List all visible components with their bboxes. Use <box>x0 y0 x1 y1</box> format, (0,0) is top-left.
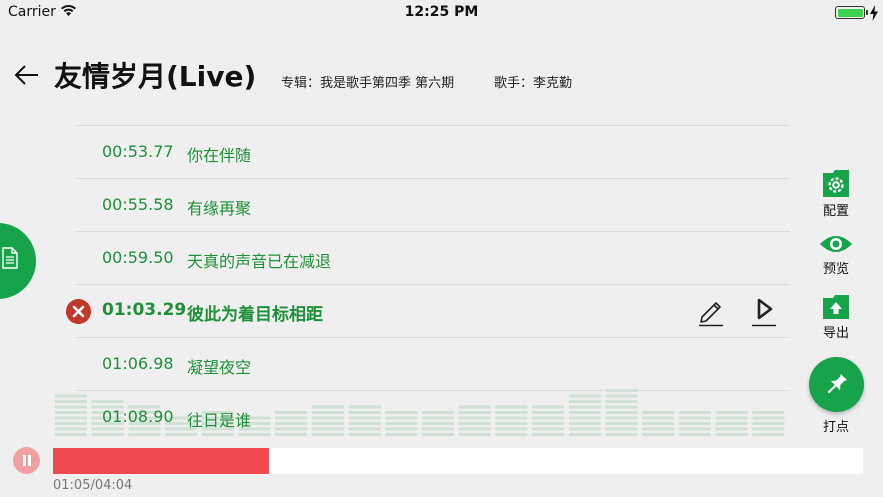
mark-button[interactable] <box>809 357 864 412</box>
mark-label: 打点 <box>822 420 849 435</box>
lyric-row[interactable]: 00:59.50 天真的声音已在减退 <box>76 231 790 284</box>
gear-folder-icon <box>823 170 849 197</box>
preview-label: 预览 <box>822 262 849 277</box>
lyric-time: 00:59.50 <box>102 248 174 267</box>
upload-folder-icon <box>823 295 849 319</box>
lyric-text: 往日是谁 <box>187 411 252 430</box>
status-time: 12:25 PM <box>404 4 479 20</box>
lyric-time: 00:53.77 <box>102 142 174 161</box>
progress-track[interactable] <box>53 448 863 474</box>
delete-x-icon[interactable] <box>66 299 91 324</box>
lyric-time: 01:03.29 <box>102 300 187 320</box>
lyric-text: 彼此为着目标相距 <box>187 305 323 325</box>
pin-icon <box>827 373 848 394</box>
lyric-row[interactable]: 00:55.58 有缘再聚 <box>76 178 790 231</box>
album-label: 专辑：我是歌手第四季 第六期 <box>281 76 455 91</box>
battery-cap <box>866 10 868 15</box>
lyric-text: 有缘再聚 <box>187 199 252 218</box>
lyric-text: 天真的声音已在减退 <box>187 252 332 271</box>
lyric-row[interactable]: 01:08.90 往日是谁 <box>76 390 790 443</box>
preview-button[interactable]: 预览 <box>812 232 860 277</box>
singer-label: 歌手：李克勤 <box>494 76 573 91</box>
charging-bolt-icon <box>870 5 878 21</box>
lyric-time: 00:55.58 <box>102 195 174 214</box>
eye-icon <box>820 236 852 252</box>
status-bar: Carrier 12:25 PM <box>0 0 883 24</box>
export-label: 导出 <box>822 326 849 341</box>
export-button[interactable]: 导出 <box>812 294 860 341</box>
config-button[interactable]: 配置 <box>812 168 860 219</box>
document-icon <box>2 247 18 269</box>
play-line-icon[interactable] <box>750 295 778 327</box>
pencil-icon[interactable] <box>696 295 726 327</box>
config-label: 配置 <box>822 204 849 219</box>
pause-button[interactable] <box>13 447 40 474</box>
progress-fill <box>53 448 270 474</box>
back-arrow-icon[interactable] <box>12 60 42 90</box>
lyric-time: 01:06.98 <box>102 354 174 373</box>
time-readout: 01:05/04:04 <box>53 478 133 493</box>
lyric-row[interactable]: 00:53.77 你在伴随 <box>76 125 790 178</box>
lyric-row[interactable]: 01:06.98 凝望夜空 <box>76 337 790 390</box>
lyric-row-active[interactable]: 01:03.29 彼此为着目标相距 <box>66 284 790 337</box>
lyric-text: 凝望夜空 <box>187 358 252 377</box>
lyrics-doc-button[interactable] <box>0 223 36 299</box>
lyric-text: 你在伴随 <box>187 146 252 165</box>
song-title: 友情岁月(Live) <box>54 60 257 93</box>
battery-icon <box>835 6 865 19</box>
lyric-time: 01:08.90 <box>102 407 174 426</box>
lyric-list: 00:53.77 你在伴随 00:55.58 有缘再聚 00:59.50 天真的… <box>66 125 790 443</box>
